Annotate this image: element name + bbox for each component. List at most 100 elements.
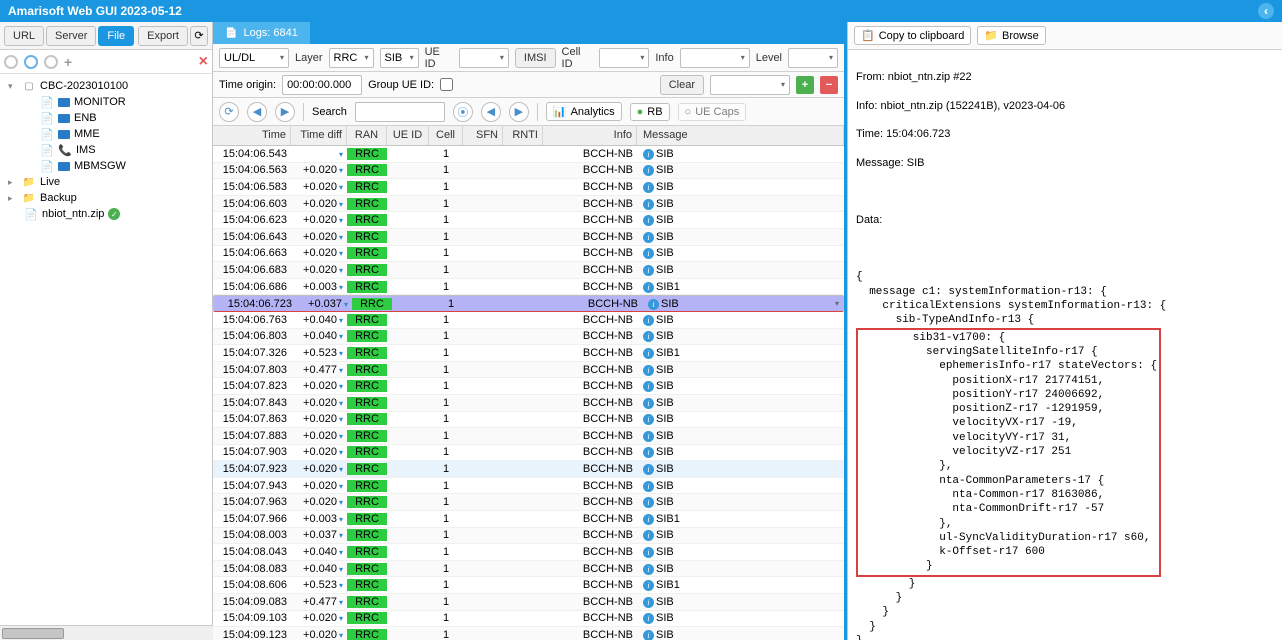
collapse-left-icon[interactable] xyxy=(1258,3,1274,19)
cellid-select[interactable] xyxy=(599,48,649,68)
tree-file[interactable]: nbiot_ntn.zip xyxy=(0,206,212,222)
log-row[interactable]: 15:04:06.623+0.020RRC1BCCH-NBiSIB xyxy=(213,212,844,229)
log-row[interactable]: 15:04:06.683+0.020RRC1BCCH-NBiSIB xyxy=(213,262,844,279)
group-ueid-checkbox[interactable] xyxy=(440,78,453,91)
col-diff[interactable]: Time diff xyxy=(291,126,347,145)
tree-root-label: CBC-2023010100 xyxy=(40,80,128,92)
level-select[interactable] xyxy=(788,48,838,68)
tree: ▾▢CBC-2023010100 MONITOR ENB MME IMS MBM… xyxy=(0,74,212,640)
ueid-select[interactable] xyxy=(459,48,509,68)
col-ran[interactable]: RAN xyxy=(347,126,387,145)
tree-mbmsgw[interactable]: MBMSGW xyxy=(0,158,212,174)
server-button[interactable]: Server xyxy=(46,26,96,46)
file-button[interactable]: File xyxy=(98,26,134,46)
log-row[interactable]: 15:04:07.843+0.020RRC1BCCH-NBiSIB xyxy=(213,395,844,412)
status-circle-icon[interactable] xyxy=(4,55,18,69)
log-row[interactable]: 15:04:07.966+0.003RRC1BCCH-NBiSIB1 xyxy=(213,511,844,528)
log-row[interactable]: 15:04:07.883+0.020RRC1BCCH-NBiSIB xyxy=(213,428,844,445)
uecaps-button[interactable]: ○ UE Caps xyxy=(678,103,747,121)
copy-clipboard-button[interactable]: 📋 Copy to clipboard xyxy=(854,26,971,45)
tree-enb[interactable]: ENB xyxy=(0,110,212,126)
time-origin-input[interactable] xyxy=(282,75,362,95)
col-msg[interactable]: Message xyxy=(637,126,844,145)
tree-live[interactable]: ▸📁Live xyxy=(0,174,212,190)
h-scrollbar[interactable] xyxy=(0,625,213,640)
rb-button[interactable]: ● RB xyxy=(630,103,670,121)
col-time[interactable]: Time xyxy=(213,126,291,145)
detail-data-label: Data: xyxy=(856,213,1274,227)
detail-pre2: } } } } } xyxy=(856,578,915,640)
add-filter-icon[interactable]: + xyxy=(796,76,814,94)
search-input[interactable] xyxy=(355,102,445,122)
log-row[interactable]: 15:04:06.543RRC1BCCH-NBiSIB xyxy=(213,146,844,163)
sib-select[interactable]: SIB xyxy=(380,48,419,68)
log-row[interactable]: 15:04:06.663+0.020RRC1BCCH-NBiSIB xyxy=(213,246,844,263)
forward-icon[interactable]: ▶ xyxy=(275,102,295,122)
search-next-icon[interactable]: ▶ xyxy=(509,102,529,122)
col-sfn[interactable]: SFN xyxy=(463,126,503,145)
remove-filter-icon[interactable]: − xyxy=(820,76,838,94)
center-pane: Logs: 6841 UL/DL Layer RRC SIB UE ID IMS… xyxy=(213,22,847,640)
col-info[interactable]: Info xyxy=(543,126,637,145)
log-row[interactable]: 15:04:07.823+0.020RRC1BCCH-NBiSIB xyxy=(213,378,844,395)
export-button[interactable]: Export xyxy=(138,26,188,46)
log-row[interactable]: 15:04:06.563+0.020RRC1BCCH-NBiSIB xyxy=(213,163,844,180)
log-row[interactable]: 15:04:08.083+0.040RRC1BCCH-NBiSIB xyxy=(213,561,844,578)
log-row[interactable]: 15:04:06.803+0.040RRC1BCCH-NBiSIB xyxy=(213,329,844,346)
log-row[interactable]: 15:04:08.003+0.037RRC1BCCH-NBiSIB xyxy=(213,528,844,545)
clear-button[interactable]: Clear xyxy=(660,75,704,95)
back-icon[interactable]: ◀ xyxy=(247,102,267,122)
log-row[interactable]: 15:04:06.583+0.020RRC1BCCH-NBiSIB xyxy=(213,179,844,196)
url-button[interactable]: URL xyxy=(4,26,44,46)
tree-monitor[interactable]: MONITOR xyxy=(0,94,212,110)
log-row[interactable]: 15:04:06.763+0.040RRC1BCCH-NBiSIB xyxy=(213,312,844,329)
tree-ims[interactable]: IMS xyxy=(0,142,212,158)
log-row[interactable]: 15:04:07.943+0.020RRC1BCCH-NBiSIB xyxy=(213,478,844,495)
tab-logs[interactable]: Logs: 6841 xyxy=(213,22,310,44)
log-row[interactable]: 15:04:09.083+0.477RRC1BCCH-NBiSIB xyxy=(213,594,844,611)
log-row[interactable]: 15:04:06.723+0.037RRC1BCCH-NBiSIB xyxy=(213,295,844,312)
clear-select[interactable] xyxy=(710,75,790,95)
add-icon[interactable]: + xyxy=(64,54,72,70)
search-target-icon[interactable]: ⦿ xyxy=(453,102,473,122)
status-circle2-icon[interactable] xyxy=(24,55,38,69)
close-icon[interactable]: × xyxy=(199,53,208,71)
log-row[interactable]: 15:04:07.863+0.020RRC1BCCH-NBiSIB xyxy=(213,412,844,429)
log-row[interactable]: 15:04:09.103+0.020RRC1BCCH-NBiSIB xyxy=(213,611,844,628)
col-ueid[interactable]: UE ID xyxy=(387,126,429,145)
detail-msg: Message: SIB xyxy=(856,156,1274,170)
tree-backup[interactable]: ▸📁Backup xyxy=(0,190,212,206)
log-row[interactable]: 15:04:07.326+0.523RRC1BCCH-NBiSIB1 xyxy=(213,345,844,362)
reload-icon[interactable]: ⟳ xyxy=(219,102,239,122)
log-row[interactable]: 15:04:07.963+0.020RRC1BCCH-NBiSIB xyxy=(213,494,844,511)
col-cell[interactable]: Cell xyxy=(429,126,463,145)
time-bar: Time origin: Group UE ID: Clear + − xyxy=(213,72,844,98)
app-header: Amarisoft Web GUI 2023-05-12 xyxy=(0,0,1282,22)
ueid-label: UE ID xyxy=(425,46,453,70)
uldl-select[interactable]: UL/DL xyxy=(219,48,289,68)
layer-select[interactable]: RRC xyxy=(329,48,374,68)
status-circle3-icon[interactable] xyxy=(44,55,58,69)
imsi-button[interactable]: IMSI xyxy=(515,48,556,68)
log-row[interactable]: 15:04:06.643+0.020RRC1BCCH-NBiSIB xyxy=(213,229,844,246)
search-prev-icon[interactable]: ◀ xyxy=(481,102,501,122)
log-row[interactable]: 15:04:07.903+0.020RRC1BCCH-NBiSIB xyxy=(213,445,844,462)
tree-mme[interactable]: MME xyxy=(0,126,212,142)
log-row[interactable]: 15:04:09.123+0.020RRC1BCCH-NBiSIB xyxy=(213,627,844,640)
time-origin-label: Time origin: xyxy=(219,79,276,91)
log-row[interactable]: 15:04:08.043+0.040RRC1BCCH-NBiSIB xyxy=(213,544,844,561)
log-row[interactable]: 15:04:08.606+0.523RRC1BCCH-NBiSIB1 xyxy=(213,577,844,594)
info-select[interactable] xyxy=(680,48,750,68)
tree-root[interactable]: ▾▢CBC-2023010100 xyxy=(0,78,212,94)
log-row[interactable]: 15:04:07.923+0.020RRC1BCCH-NBiSIB xyxy=(213,461,844,478)
browse-button[interactable]: 📁 Browse xyxy=(977,26,1045,45)
log-row[interactable]: 15:04:06.686+0.003RRC1BCCH-NBiSIB1 xyxy=(213,279,844,296)
col-rnti[interactable]: RNTI xyxy=(503,126,543,145)
grid-body[interactable]: 15:04:06.543RRC1BCCH-NBiSIB15:04:06.563+… xyxy=(213,146,844,640)
analytics-button[interactable]: 📊 Analytics xyxy=(546,102,622,121)
search-label: Search xyxy=(312,106,347,118)
app-title: Amarisoft Web GUI 2023-05-12 xyxy=(8,4,182,18)
log-row[interactable]: 15:04:07.803+0.477RRC1BCCH-NBiSIB xyxy=(213,362,844,379)
refresh-icon[interactable]: ⟳ xyxy=(190,26,208,46)
log-row[interactable]: 15:04:06.603+0.020RRC1BCCH-NBiSIB xyxy=(213,196,844,213)
